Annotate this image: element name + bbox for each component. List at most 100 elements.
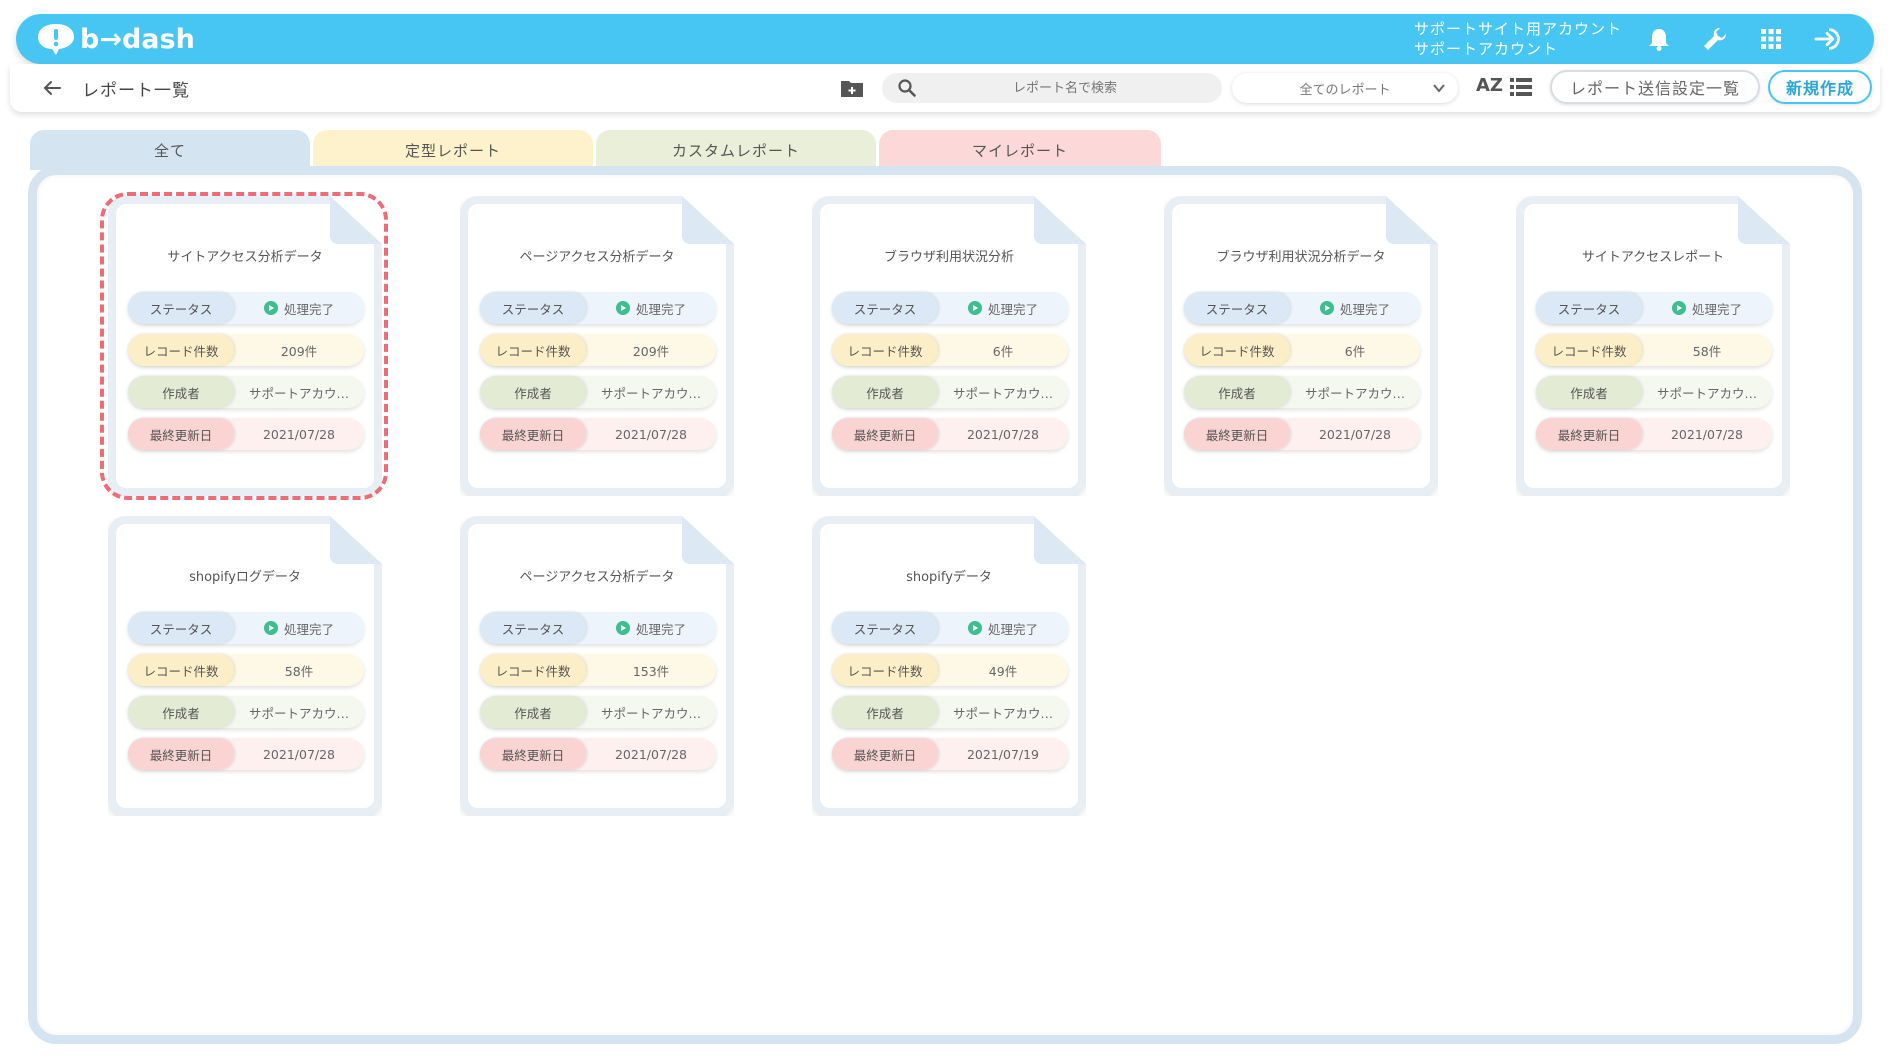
record-count-value: 49件 [988,663,1018,679]
report-card[interactable]: ページアクセス分析データ ステータス 処理完了 レコード件数 209件 作成者 … [460,196,734,496]
status-label: ステータス [480,292,586,324]
status-row: ステータス 処理完了 [128,612,364,644]
play-circle-icon [1319,301,1334,315]
page-title: レポート一覧 [82,81,190,101]
record-count-label: レコード件数 [832,654,938,686]
record-count-label: レコード件数 [128,334,234,366]
record-count-value: 209件 [632,343,670,359]
status-text: 処理完了 [1691,301,1742,317]
status-label: ステータス [1536,292,1642,324]
record-count-value: 209件 [280,343,318,359]
record-count-label: レコード件数 [480,334,586,366]
author-label: 作成者 [480,696,586,728]
author-label: 作成者 [128,376,234,408]
card-title: ページアクセス分析データ [519,250,675,265]
status-text: 処理完了 [283,621,334,637]
updated-row: 最終更新日 2021/07/28 [480,418,716,450]
card-title: サイトアクセス分析データ [167,250,323,265]
status-text: 処理完了 [283,301,334,317]
account-line-1: サポートサイト用アカウント [1414,20,1623,38]
record-count-label: レコード件数 [1184,334,1290,366]
author-label: 作成者 [1536,376,1642,408]
new-report-button[interactable]: 新規作成 [1768,70,1872,104]
report-card[interactable]: ページアクセス分析データ ステータス 処理完了 レコード件数 153件 作成者 … [460,516,734,816]
author-row: 作成者 サポートアカウ… [1184,376,1420,408]
report-send-settings-button[interactable]: レポート送信設定一覧 [1550,70,1760,104]
status-row: ステータス 処理完了 [832,612,1068,644]
status-text: 処理完了 [635,301,686,317]
account-line-2: サポートアカウント [1414,40,1559,58]
report-card[interactable]: サイトアクセス分析データ ステータス 処理完了 レコード件数 209件 作成者 … [108,196,382,496]
sort-az-icon[interactable]: AZ [1476,75,1503,96]
author-label: 作成者 [832,696,938,728]
report-card[interactable]: ブラウザ利用状況分析データ ステータス 処理完了 レコード件数 6件 作成者 サ… [1164,196,1438,496]
card-title: shopifyデータ [906,570,992,585]
report-card[interactable]: サイトアクセスレポート ステータス 処理完了 レコード件数 58件 作成者 サポ… [1516,196,1790,496]
play-circle-icon [1671,301,1686,315]
record-count-value: 58件 [284,663,314,679]
author-value: サポートアカウ… [248,385,349,401]
back-arrow-icon[interactable] [40,76,64,100]
updated-row: 最終更新日 2021/07/28 [1536,418,1772,450]
updated-label: 最終更新日 [1536,418,1642,450]
tab-fixed-report[interactable]: 定型レポート [313,130,593,170]
author-label: 作成者 [480,376,586,408]
author-value: サポートアカウ… [248,705,349,721]
record-count-row: レコード件数 6件 [1184,334,1420,366]
logout-icon[interactable] [1814,24,1844,54]
updated-row: 最終更新日 2021/07/28 [832,418,1068,450]
bell-icon[interactable] [1644,24,1674,54]
updated-row: 最終更新日 2021/07/28 [128,418,364,450]
status-row: ステータス 処理完了 [1536,292,1772,324]
status-value: 処理完了 [1642,299,1772,318]
record-count-label: レコード件数 [128,654,234,686]
updated-row: 最終更新日 2021/07/28 [1184,418,1420,450]
author-row: 作成者 サポートアカウ… [832,376,1068,408]
updated-value: 2021/07/28 [262,746,336,762]
tab-all[interactable]: 全て [30,130,310,170]
logo-text: b→dash [80,23,195,55]
report-card[interactable]: shopifyデータ ステータス 処理完了 レコード件数 49件 作成者 サポー… [812,516,1086,816]
updated-label: 最終更新日 [128,418,234,450]
status-row: ステータス 処理完了 [1184,292,1420,324]
logo-bubble-icon [38,24,74,55]
card-fold-corner [330,196,382,244]
status-text: 処理完了 [635,621,686,637]
folder-add-icon[interactable] [840,78,864,98]
search-input[interactable] [930,73,1200,103]
card-fold-corner [682,516,734,564]
record-count-label: レコード件数 [480,654,586,686]
status-label: ステータス [832,292,938,324]
updated-label: 最終更新日 [832,418,938,450]
list-icon[interactable] [1510,77,1532,97]
status-text: 処理完了 [1339,301,1390,317]
status-text: 処理完了 [987,621,1038,637]
logo[interactable]: b→dash [36,21,195,57]
author-label: 作成者 [832,376,938,408]
account-info[interactable]: サポートサイト用アカウント サポートアカウント [1414,19,1622,59]
status-row: ステータス 処理完了 [480,612,716,644]
report-card[interactable]: shopifyログデータ ステータス 処理完了 レコード件数 58件 作成者 サ… [108,516,382,816]
wrench-icon[interactable] [1700,24,1730,54]
report-card[interactable]: ブラウザ利用状況分析 ステータス 処理完了 レコード件数 6件 作成者 サポート… [812,196,1086,496]
card-fold-corner [1386,196,1438,244]
author-value: サポートアカウ… [1656,385,1757,401]
card-fold-corner [1034,196,1086,244]
updated-label: 最終更新日 [1184,418,1290,450]
search-icon [898,79,916,97]
status-value: 処理完了 [234,619,364,638]
record-count-row: レコード件数 209件 [128,334,364,366]
tab-my-report[interactable]: マイレポート [879,130,1161,170]
author-label: 作成者 [128,696,234,728]
chevron-down-icon [1433,84,1445,93]
status-label: ステータス [128,292,234,324]
grid-icon[interactable] [1756,24,1786,54]
updated-value: 2021/07/28 [1670,426,1744,442]
updated-row: 最終更新日 2021/07/28 [480,738,716,770]
status-row: ステータス 処理完了 [128,292,364,324]
status-row: ステータス 処理完了 [832,292,1068,324]
report-filter-select[interactable]: 全てのレポート [1232,73,1458,103]
card-fold-corner [1034,516,1086,564]
play-circle-icon [615,621,630,635]
tab-custom-report[interactable]: カスタムレポート [596,130,876,170]
